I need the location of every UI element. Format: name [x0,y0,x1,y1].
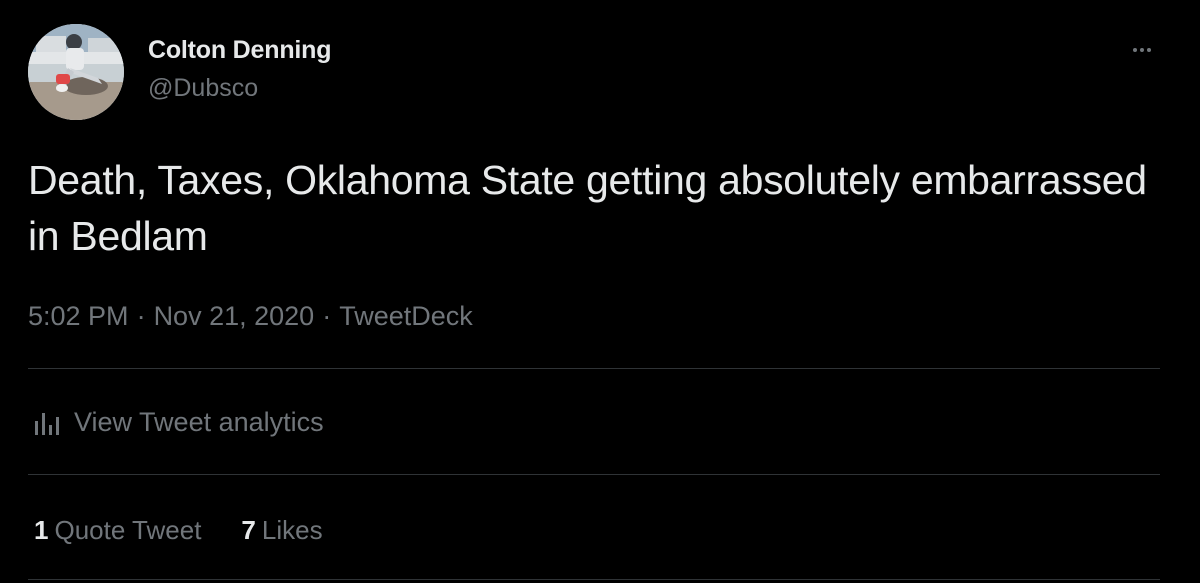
bar-chart-icon [35,413,59,435]
more-dot-icon [1147,48,1151,52]
like-label: Likes [261,515,323,545]
tweet-text: Death, Taxes, Oklahoma State getting abs… [28,157,1147,259]
more-dot-icon [1133,48,1137,52]
quote-count: 1 [34,515,49,545]
tweet-detail: Colton Denning @Dubsco Death, Taxes, Okl… [0,0,1200,583]
divider [28,579,1160,580]
meta-separator: · [136,301,146,331]
meta-separator: · [322,301,332,331]
more-options-button[interactable] [1124,38,1160,62]
profile-photo-icon [28,24,124,120]
tweet-metadata: 5:02 PM · Nov 21, 2020 · TweetDeck [28,298,473,334]
like-count: 7 [241,515,256,545]
quote-label: Quote Tweet [54,515,202,545]
quote-tweets-link[interactable]: 1 Quote Tweet [34,510,201,550]
divider [28,474,1160,475]
avatar[interactable] [28,24,124,120]
divider [28,368,1160,369]
author-handle[interactable]: @Dubsco [148,72,331,104]
likes-link[interactable]: 7 Likes [241,510,322,550]
author-info: Colton Denning @Dubsco [148,34,331,104]
tweet-date[interactable]: Nov 21, 2020 [154,301,315,331]
analytics-label: View Tweet analytics [74,407,324,437]
more-dot-icon [1140,48,1144,52]
tweet-source[interactable]: TweetDeck [339,301,473,331]
view-analytics-button[interactable]: View Tweet analytics [32,402,324,442]
engagement-stats: 1 Quote Tweet 7 Likes [34,510,363,550]
author-display-name[interactable]: Colton Denning [148,34,331,66]
tweet-time[interactable]: 5:02 PM [28,301,129,331]
